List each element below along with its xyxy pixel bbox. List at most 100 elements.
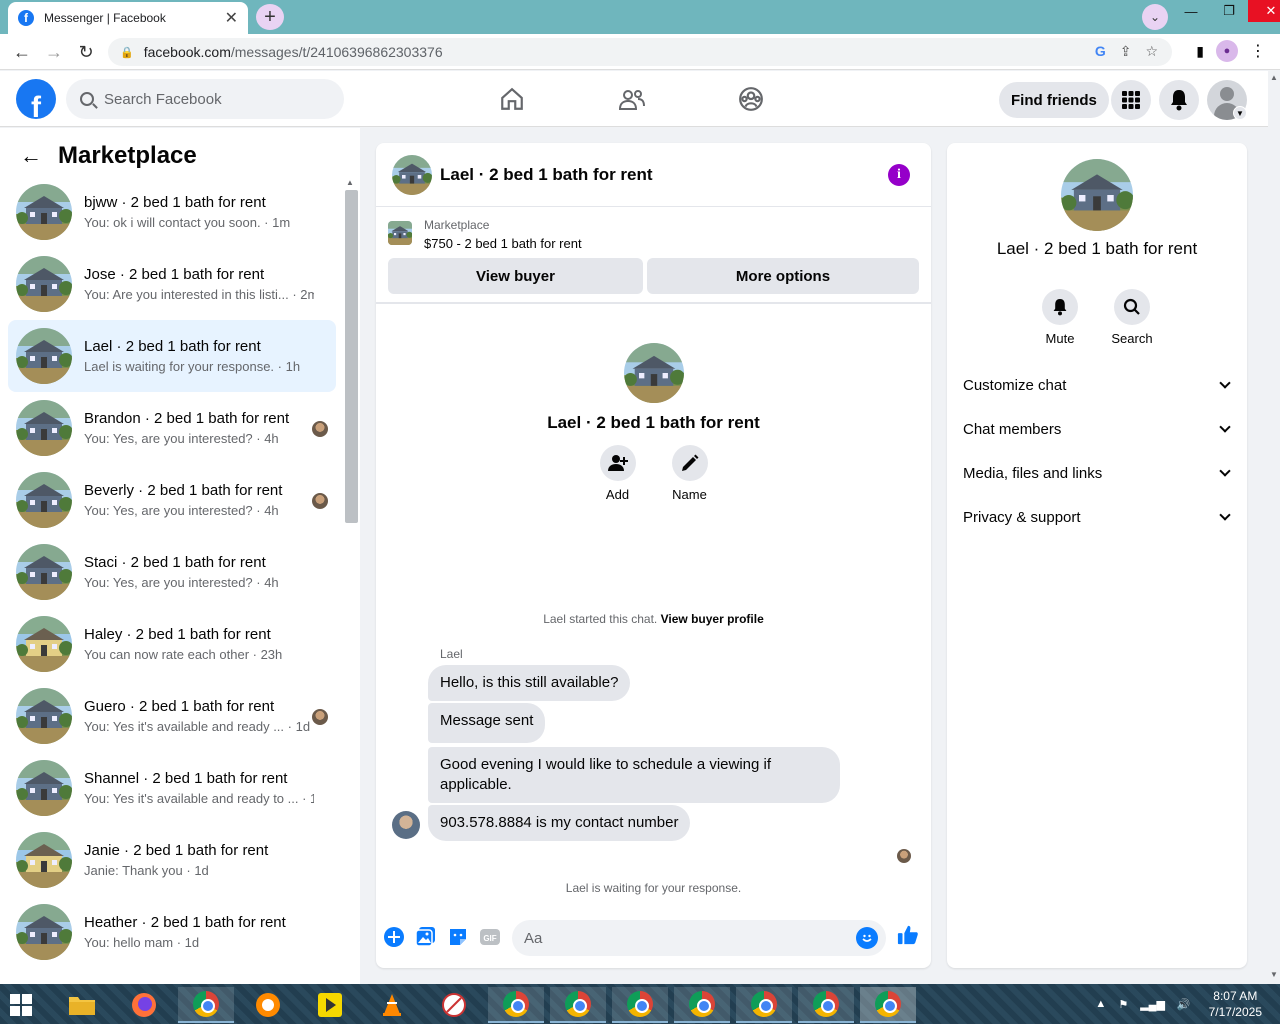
browser-tab[interactable]: f Messenger | Facebook ✕ bbox=[8, 2, 248, 34]
side-panel-icon[interactable]: ▮ bbox=[1196, 43, 1204, 60]
restore-icon[interactable]: ❐ bbox=[1210, 0, 1248, 22]
conversation-item[interactable]: Heather · 2 bed 1 bath for rent You: hell… bbox=[8, 896, 336, 968]
chrome-taskbar-icon[interactable] bbox=[612, 987, 668, 1023]
windows-start-icon[interactable] bbox=[10, 994, 32, 1016]
message-input-box[interactable] bbox=[512, 920, 886, 956]
home-icon[interactable] bbox=[496, 83, 528, 115]
conversation-item[interactable]: bjww · 2 bed 1 bath for rent You: ok i wi… bbox=[8, 176, 336, 248]
sender-avatar[interactable] bbox=[392, 811, 420, 839]
back-arrow-icon[interactable]: ← bbox=[20, 143, 42, 169]
facebook-logo-icon[interactable]: f bbox=[16, 79, 56, 119]
lock-icon[interactable]: 🔒 bbox=[120, 46, 134, 59]
chrome-taskbar-icon[interactable] bbox=[798, 987, 854, 1023]
customize-chat-section[interactable]: Customize chat bbox=[955, 365, 1239, 405]
reload-icon[interactable]: ↻ bbox=[74, 40, 98, 64]
network-icon[interactable]: ▂▄▆ bbox=[1140, 998, 1165, 1011]
edit-name-button[interactable]: Name bbox=[671, 445, 708, 502]
message-bubble[interactable]: Hello, is this still available? bbox=[428, 665, 631, 701]
listing-price-title[interactable]: $750 - 2 bed 1 bath for rent bbox=[424, 236, 582, 251]
google-icon[interactable]: G bbox=[1095, 43, 1106, 60]
page-scrollbar[interactable]: ▲ ▼ bbox=[1268, 71, 1280, 984]
listing-avatar bbox=[16, 760, 72, 816]
conversation-item[interactable]: Beverly · 2 bed 1 bath for rent You: Yes,… bbox=[8, 464, 336, 536]
file-explorer-icon[interactable] bbox=[54, 987, 110, 1023]
chrome-taskbar-icon[interactable] bbox=[550, 987, 606, 1023]
chat-title[interactable]: Lael · 2 bed 1 bath for rent bbox=[440, 165, 653, 185]
listing-thumbnail[interactable] bbox=[388, 221, 412, 245]
friends-icon[interactable] bbox=[616, 83, 648, 115]
chat-members-section[interactable]: Chat members bbox=[955, 409, 1239, 449]
conversation-item[interactable]: Jose · 2 bed 1 bath for rent You: Are you… bbox=[8, 248, 336, 320]
firefox-icon[interactable] bbox=[116, 987, 172, 1023]
message-input[interactable] bbox=[524, 929, 824, 947]
add-person-button[interactable]: Add bbox=[599, 445, 636, 502]
media-files-links-section[interactable]: Media, files and links bbox=[955, 453, 1239, 493]
chrome-taskbar-icon[interactable] bbox=[178, 987, 234, 1023]
gif-icon[interactable]: GIF bbox=[479, 926, 501, 948]
plus-circle-icon[interactable] bbox=[383, 926, 405, 948]
conversation-item[interactable]: Guero · 2 bed 1 bath for rent You: Yes it… bbox=[8, 680, 336, 752]
menu-grid-icon[interactable] bbox=[1111, 80, 1151, 120]
profile-avatar-icon[interactable]: ● bbox=[1216, 40, 1238, 62]
sidebar-scrollbar[interactable]: ▲ ▼ bbox=[343, 176, 358, 1024]
conversation-item[interactable]: Janie · 2 bed 1 bath for rent Janie: Than… bbox=[8, 824, 336, 896]
sticker-icon[interactable] bbox=[447, 926, 469, 948]
chrome-taskbar-icon[interactable] bbox=[488, 987, 544, 1023]
conversation-sidebar: ← Marketplace bjww · 2 bed 1 bath for re… bbox=[0, 128, 360, 1024]
uc-browser-icon[interactable] bbox=[240, 987, 296, 1023]
view-buyer-profile-link[interactable]: View buyer profile bbox=[661, 612, 764, 626]
clock[interactable]: 8:07 AM 7/17/2025 bbox=[1209, 988, 1262, 1020]
message-bubble[interactable]: Good evening I would like to schedule a … bbox=[428, 747, 840, 803]
search-conversation-button[interactable]: Search bbox=[1102, 289, 1162, 346]
conversation-name: Jose · 2 bed 1 bath for rent bbox=[84, 266, 265, 283]
share-icon[interactable]: ⇪ bbox=[1120, 43, 1132, 60]
close-window-icon[interactable]: ✕ bbox=[1248, 0, 1280, 22]
groups-icon[interactable] bbox=[735, 83, 767, 115]
tray-overflow-icon[interactable]: ▲ bbox=[1095, 998, 1106, 1010]
action-center-flag-icon[interactable]: ⚑ bbox=[1118, 998, 1128, 1011]
vlc-icon[interactable] bbox=[364, 987, 420, 1023]
message-bubble[interactable]: 903.578.8884 is my contact number bbox=[428, 805, 691, 841]
browser-menu-icon[interactable]: ⋮ bbox=[1250, 41, 1266, 61]
emoji-icon[interactable] bbox=[856, 927, 878, 949]
seen-avatar bbox=[312, 421, 328, 437]
conversation-item[interactable]: Lael · 2 bed 1 bath for rent Lael is wait… bbox=[8, 320, 336, 392]
chrome-taskbar-icon-active[interactable] bbox=[860, 987, 916, 1023]
chrome-taskbar-icon[interactable] bbox=[674, 987, 730, 1023]
chrome-taskbar-icon[interactable] bbox=[736, 987, 792, 1023]
app-icon[interactable] bbox=[426, 987, 482, 1023]
chat-avatar[interactable] bbox=[392, 154, 432, 195]
minimize-icon[interactable]: — bbox=[1172, 0, 1210, 22]
thumbs-up-icon[interactable] bbox=[897, 924, 919, 946]
conversation-name: Shannel · 2 bed 1 bath for rent bbox=[84, 770, 288, 787]
find-friends-button[interactable]: Find friends bbox=[999, 82, 1109, 118]
account-chevron-down-icon[interactable]: ▼ bbox=[1233, 106, 1247, 120]
url-path: /messages/t/24106396862303376 bbox=[230, 44, 443, 60]
privacy-support-section[interactable]: Privacy & support bbox=[955, 497, 1239, 537]
message-bubble[interactable]: Message sent bbox=[428, 703, 546, 743]
new-tab-button[interactable]: + bbox=[256, 4, 284, 30]
conversation-item[interactable]: Haley · 2 bed 1 bath for rent You can now… bbox=[8, 608, 336, 680]
forward-arrow-icon[interactable]: → bbox=[42, 40, 66, 64]
conversation-item[interactable]: Shannel · 2 bed 1 bath for rent You: Yes … bbox=[8, 752, 336, 824]
more-options-button[interactable]: More options bbox=[647, 258, 919, 294]
conversation-item[interactable]: Brandon · 2 bed 1 bath for rent You: Yes,… bbox=[8, 392, 336, 464]
scrollbar-thumb[interactable] bbox=[345, 190, 358, 523]
volume-icon[interactable]: 🔊 bbox=[1177, 998, 1191, 1011]
address-bar[interactable]: 🔒 facebook.com/messages/t/24106396862303… bbox=[108, 38, 1172, 66]
info-icon[interactable]: i bbox=[888, 164, 910, 186]
back-arrow-icon[interactable]: ← bbox=[10, 40, 34, 64]
tab-search-button[interactable]: ⌄ bbox=[1142, 4, 1168, 30]
media-player-icon[interactable] bbox=[302, 987, 358, 1023]
close-tab-icon[interactable]: ✕ bbox=[225, 8, 238, 28]
search-input[interactable] bbox=[104, 90, 324, 108]
marketplace-listing-bar: Marketplace $750 - 2 bed 1 bath for rent… bbox=[376, 208, 931, 304]
mute-button[interactable]: Mute bbox=[1030, 289, 1090, 346]
photo-icon[interactable] bbox=[415, 926, 437, 948]
conversation-item[interactable]: Staci · 2 bed 1 bath for rent You: Yes, a… bbox=[8, 536, 336, 608]
notifications-bell-icon[interactable] bbox=[1159, 80, 1199, 120]
view-buyer-button[interactable]: View buyer bbox=[388, 258, 643, 294]
listing-avatar bbox=[16, 616, 72, 672]
search-box[interactable] bbox=[66, 79, 344, 119]
bookmark-star-icon[interactable]: ☆ bbox=[1145, 43, 1158, 60]
